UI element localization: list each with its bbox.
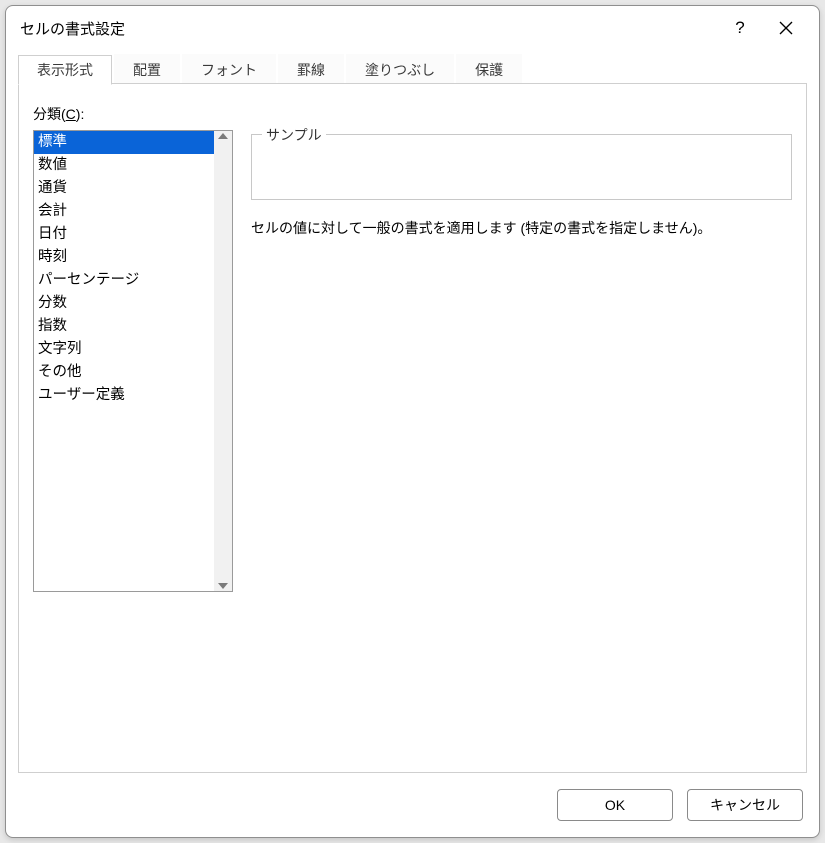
dialog-buttons: OK キャンセル <box>18 773 807 825</box>
category-label: 分類(C): <box>33 104 792 124</box>
category-listbox[interactable]: 標準数値通貨会計日付時刻パーセンテージ分数指数文字列その他ユーザー定義 <box>33 130 233 592</box>
tab-2[interactable]: フォント <box>182 54 276 84</box>
tab-0[interactable]: 表示形式 <box>18 55 112 85</box>
category-item[interactable]: その他 <box>34 361 214 384</box>
titlebar: セルの書式設定 ? <box>6 6 819 50</box>
category-item[interactable]: ユーザー定義 <box>34 384 214 407</box>
tab-panel-number: 分類(C): 標準数値通貨会計日付時刻パーセンテージ分数指数文字列その他ユーザー… <box>18 83 807 773</box>
tabstrip: 表示形式配置フォント罫線塗りつぶし保護 <box>18 50 807 84</box>
sample-legend: サンプル <box>262 125 326 145</box>
dialog-body: 表示形式配置フォント罫線塗りつぶし保護 分類(C): 標準数値通貨会計日付時刻パ… <box>6 50 819 837</box>
category-item[interactable]: 通貨 <box>34 177 214 200</box>
scroll-up-icon <box>218 133 228 139</box>
tab-5[interactable]: 保護 <box>456 54 522 84</box>
tab-4[interactable]: 塗りつぶし <box>346 54 454 84</box>
scroll-down-icon <box>218 583 228 589</box>
category-item[interactable]: パーセンテージ <box>34 269 214 292</box>
category-item[interactable]: 数値 <box>34 154 214 177</box>
ok-button[interactable]: OK <box>557 789 673 821</box>
sample-value <box>252 135 791 153</box>
category-item[interactable]: 文字列 <box>34 338 214 361</box>
tab-1[interactable]: 配置 <box>114 54 180 84</box>
category-item[interactable]: 時刻 <box>34 246 214 269</box>
category-item[interactable]: 分数 <box>34 292 214 315</box>
category-item[interactable]: 会計 <box>34 200 214 223</box>
main-columns: 標準数値通貨会計日付時刻パーセンテージ分数指数文字列その他ユーザー定義 サンプル… <box>33 130 792 750</box>
close-icon <box>779 21 793 35</box>
details-column: サンプル セルの値に対して一般の書式を適用します (特定の書式を指定しません)。 <box>251 130 792 750</box>
help-button[interactable]: ? <box>717 12 763 44</box>
cancel-button[interactable]: キャンセル <box>687 789 803 821</box>
close-button[interactable] <box>763 12 809 44</box>
scrollbar[interactable] <box>214 131 232 591</box>
format-description: セルの値に対して一般の書式を適用します (特定の書式を指定しません)。 <box>251 218 792 238</box>
format-cells-dialog: セルの書式設定 ? 表示形式配置フォント罫線塗りつぶし保護 分類(C): 標準数… <box>5 5 820 838</box>
dialog-title: セルの書式設定 <box>20 18 125 39</box>
category-item[interactable]: 標準 <box>34 131 214 154</box>
category-item[interactable]: 指数 <box>34 315 214 338</box>
category-item[interactable]: 日付 <box>34 223 214 246</box>
tab-3[interactable]: 罫線 <box>278 54 344 84</box>
help-icon: ? <box>735 18 744 38</box>
sample-group: サンプル <box>251 134 792 200</box>
